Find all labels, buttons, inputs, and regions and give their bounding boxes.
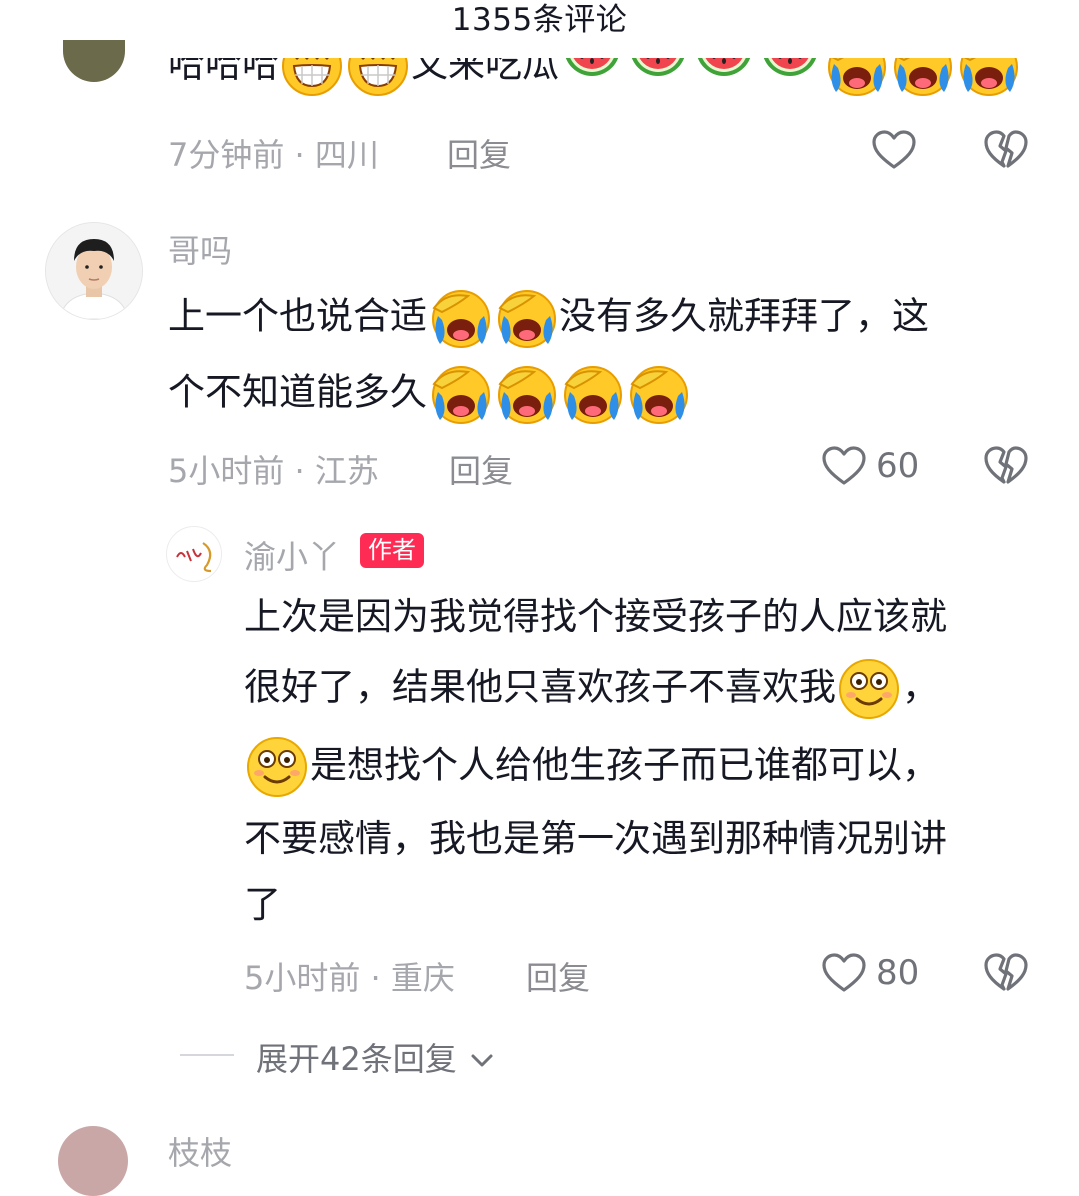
watermelon-emoji-icon xyxy=(560,58,624,98)
avatar[interactable] xyxy=(45,222,143,320)
reply-text-segment: 是想找个人给他生孩子而已谁都可以， xyxy=(310,743,939,787)
crying-laugh-emoji-icon xyxy=(626,362,690,426)
comment-text-segment: 没有多久就拜拜了，这 xyxy=(559,294,929,338)
crying-laugh-emoji-icon xyxy=(956,58,1020,98)
reply-text-line: 是想找个人给他生孩子而已谁都可以， xyxy=(244,735,939,799)
smile-emoji-icon xyxy=(837,657,901,721)
avatar[interactable] xyxy=(63,40,125,82)
reply-text-line: 不要感情，我也是第一次遇到那种情况别讲 xyxy=(244,817,947,860)
comment-location: 江苏 xyxy=(314,452,379,490)
watermelon-emoji-icon xyxy=(626,58,690,98)
comment-text-middle: 又来吃瓜 xyxy=(411,58,559,86)
crying-laugh-emoji-icon xyxy=(890,58,954,98)
crying-laugh-emoji-icon xyxy=(560,362,624,426)
like-icon[interactable] xyxy=(820,949,868,997)
reply-username[interactable]: 渝小丫 xyxy=(244,532,340,578)
chevron-down-icon xyxy=(471,1054,493,1067)
reply-text-line: 上次是因为我觉得找个接受孩子的人应该就 xyxy=(244,595,947,638)
expand-divider xyxy=(180,1054,234,1056)
smile-emoji-icon xyxy=(245,735,309,799)
reply-time: 5小时前 xyxy=(244,959,361,997)
avatar[interactable] xyxy=(58,1126,128,1196)
like-count: 60 xyxy=(876,446,920,486)
dislike-icon[interactable] xyxy=(982,442,1030,490)
reply-location: 重庆 xyxy=(390,959,455,997)
comment-username[interactable]: 枝枝 xyxy=(168,1128,232,1174)
meta-separator: · xyxy=(370,959,381,997)
reply-button[interactable]: 回复 xyxy=(449,446,513,492)
comment-time: 7分钟前 xyxy=(168,136,285,174)
dislike-icon[interactable] xyxy=(982,126,1030,174)
comment-time: 5小时前 xyxy=(168,452,285,490)
expand-replies-button[interactable]: 展开42条回复 xyxy=(256,1034,497,1080)
comment-text: 哈哈哈 又来吃瓜 xyxy=(168,58,1021,114)
meta-separator: · xyxy=(294,452,305,490)
reply-text-line: 了 xyxy=(244,883,281,926)
laugh-emoji-icon xyxy=(280,58,344,98)
crying-laugh-emoji-icon xyxy=(494,286,558,350)
watermelon-emoji-icon xyxy=(692,58,756,98)
dislike-icon[interactable] xyxy=(982,949,1030,997)
crying-laugh-emoji-icon xyxy=(824,58,888,98)
reply-text-segment: 很好了，结果他只喜欢孩子不喜欢我 xyxy=(244,665,836,709)
comment-text-prefix: 哈哈哈 xyxy=(168,58,279,86)
avatar[interactable] xyxy=(166,526,222,582)
reply-button[interactable]: 回复 xyxy=(447,130,511,176)
expand-replies-label: 展开42条回复 xyxy=(256,1040,457,1078)
crying-laugh-emoji-icon xyxy=(494,362,558,426)
logo-icon xyxy=(176,542,212,573)
like-icon[interactable] xyxy=(820,442,868,490)
comment-text-segment: 个不知道能多久 xyxy=(168,370,427,414)
reply-text-segment: ， xyxy=(902,665,939,709)
reply-button[interactable]: 回复 xyxy=(526,953,590,999)
like-icon[interactable] xyxy=(870,126,918,174)
reply-text-line: 很好了，结果他只喜欢孩子不喜欢我 ， xyxy=(244,657,939,721)
meta-separator: · xyxy=(294,136,305,174)
comments-header-title: 1355条评论 xyxy=(451,2,628,38)
comment-meta: 7分钟前 · 四川 xyxy=(168,130,379,176)
comment-meta: 5小时前 · 江苏 xyxy=(168,446,379,492)
user-photo-icon xyxy=(46,223,142,319)
watermelon-emoji-icon xyxy=(758,58,822,98)
crying-laugh-emoji-icon xyxy=(428,362,492,426)
laugh-emoji-icon xyxy=(346,58,410,98)
comment-text-line: 上一个也说合适 没有多久就拜拜了，这 xyxy=(168,286,929,350)
like-count: 80 xyxy=(876,953,920,993)
author-badge: 作者 xyxy=(360,533,424,568)
comment-text-segment: 上一个也说合适 xyxy=(168,294,427,338)
comment-location: 四川 xyxy=(314,136,379,174)
crying-laugh-emoji-icon xyxy=(428,286,492,350)
reply-meta: 5小时前 · 重庆 xyxy=(244,953,455,999)
comment-username[interactable]: 哥吗 xyxy=(168,226,232,272)
comment-text-line: 个不知道能多久 xyxy=(168,362,691,426)
